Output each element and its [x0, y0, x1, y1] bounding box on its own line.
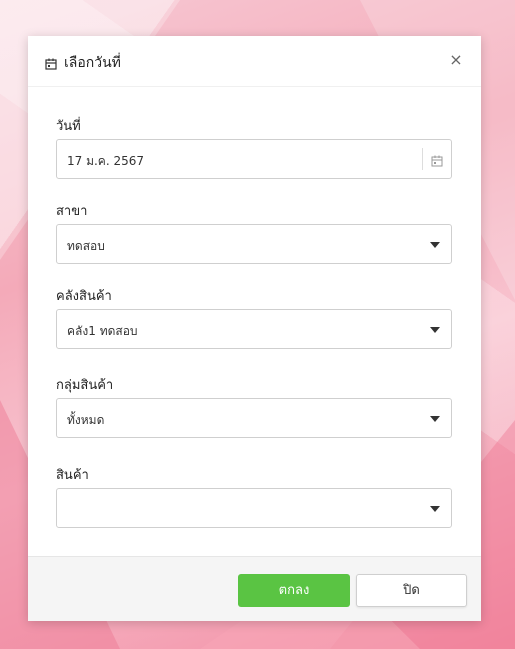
date-separator: [422, 148, 423, 170]
date-input[interactable]: 17 ม.ค. 2567: [56, 139, 452, 179]
chevron-down-icon: [430, 416, 440, 422]
calendar-icon: [45, 55, 57, 74]
branch-select[interactable]: ทดสอบ: [56, 224, 452, 264]
chevron-down-icon: [430, 327, 440, 333]
product-select[interactable]: [56, 488, 452, 528]
warehouse-label: คลังสินค้า: [56, 289, 112, 304]
dialog-title: เลือกวันที่: [64, 55, 121, 71]
calendar-icon[interactable]: [431, 152, 443, 171]
chevron-down-icon: [430, 506, 440, 512]
dialog-footer: ตกลง ปิด: [28, 556, 481, 621]
warehouse-value: คลัง1 ทดสอบ: [67, 324, 138, 338]
warehouse-select[interactable]: คลัง1 ทดสอบ: [56, 309, 452, 349]
close-icon[interactable]: ×: [445, 49, 467, 71]
chevron-down-icon: [430, 242, 440, 248]
product-group-value: ทั้งหมด: [67, 413, 105, 427]
date-label: วันที่: [56, 119, 81, 134]
date-value: 17 ม.ค. 2567: [67, 154, 145, 168]
branch-label: สาขา: [56, 204, 88, 219]
product-group-select[interactable]: ทั้งหมด: [56, 398, 452, 438]
date-picker-dialog: เลือกวันที่ × วันที่ 17 ม.ค. 2567 สาขา ท…: [28, 36, 481, 621]
close-button[interactable]: ปิด: [356, 574, 467, 607]
dialog-header: เลือกวันที่ ×: [28, 36, 481, 87]
product-label: สินค้า: [56, 468, 89, 483]
product-group-label: กลุ่มสินค้า: [56, 378, 114, 393]
ok-button[interactable]: ตกลง: [238, 574, 350, 607]
branch-value: ทดสอบ: [67, 239, 105, 253]
